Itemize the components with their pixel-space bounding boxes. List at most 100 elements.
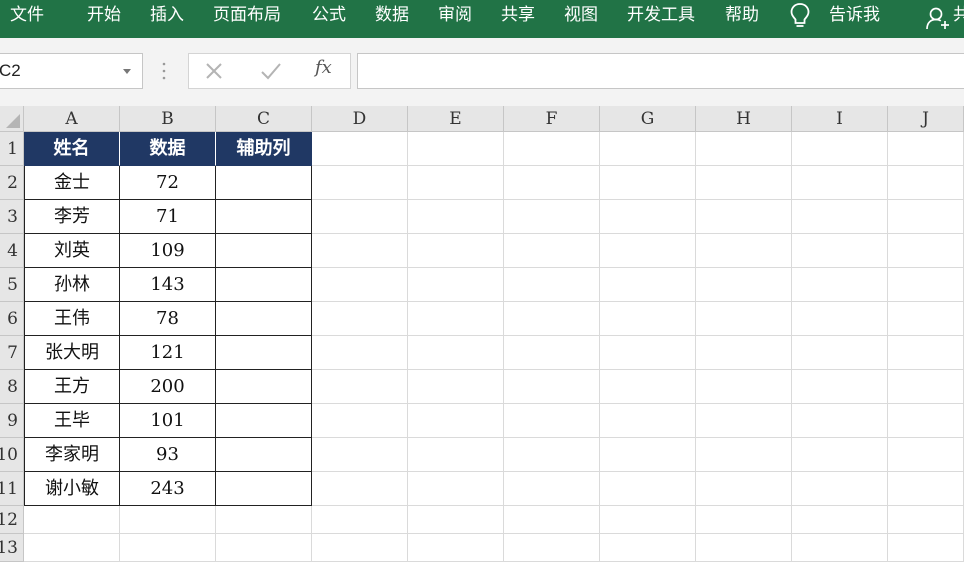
cell-d9[interactable] [312, 404, 408, 438]
cell-j2[interactable] [888, 166, 964, 200]
cell-h11[interactable] [696, 472, 792, 506]
row-header-12[interactable]: 12 [0, 506, 24, 534]
cell-d7[interactable] [312, 336, 408, 370]
cell-e4[interactable] [408, 234, 504, 268]
column-header-j[interactable]: J [888, 106, 964, 132]
cell-e9[interactable] [408, 404, 504, 438]
cell-i5[interactable] [792, 268, 888, 302]
cell-g6[interactable] [600, 302, 696, 336]
cell-b3[interactable]: 71 [120, 200, 216, 234]
cell-j10[interactable] [888, 438, 964, 472]
checkmark-icon[interactable] [260, 61, 282, 81]
cell-d3[interactable] [312, 200, 408, 234]
column-header-a[interactable]: A [24, 106, 120, 132]
cell-a8[interactable]: 王方 [24, 370, 120, 404]
lightbulb-icon[interactable] [789, 2, 811, 30]
cell-a2[interactable]: 金士 [24, 166, 120, 200]
cell-i10[interactable] [792, 438, 888, 472]
formula-input[interactable] [357, 53, 964, 89]
cell-b6[interactable]: 78 [120, 302, 216, 336]
tab-insert[interactable]: 插入 [150, 0, 184, 32]
tab-review[interactable]: 审阅 [438, 0, 472, 32]
cell-j8[interactable] [888, 370, 964, 404]
row-header-9[interactable]: 9 [0, 404, 24, 438]
cell-d11[interactable] [312, 472, 408, 506]
cell-c6[interactable] [216, 302, 312, 336]
cell-j7[interactable] [888, 336, 964, 370]
cell-f4[interactable] [504, 234, 600, 268]
row-header-4[interactable]: 4 [0, 234, 24, 268]
cell-g1[interactable] [600, 132, 696, 166]
cell-j6[interactable] [888, 302, 964, 336]
cell-j9[interactable] [888, 404, 964, 438]
cell-g8[interactable] [600, 370, 696, 404]
cell-h13[interactable] [696, 534, 792, 562]
cell-a3[interactable]: 李芳 [24, 200, 120, 234]
cell-j4[interactable] [888, 234, 964, 268]
cell-f1[interactable] [504, 132, 600, 166]
cell-c8[interactable] [216, 370, 312, 404]
cell-b7[interactable]: 121 [120, 336, 216, 370]
cell-a4[interactable]: 刘英 [24, 234, 120, 268]
cell-b8[interactable]: 200 [120, 370, 216, 404]
column-header-h[interactable]: H [696, 106, 792, 132]
cell-h3[interactable] [696, 200, 792, 234]
cell-b10[interactable]: 93 [120, 438, 216, 472]
cell-g11[interactable] [600, 472, 696, 506]
cell-j3[interactable] [888, 200, 964, 234]
cell-g5[interactable] [600, 268, 696, 302]
cell-f3[interactable] [504, 200, 600, 234]
cell-b12[interactable] [120, 506, 216, 534]
row-header-7[interactable]: 7 [0, 336, 24, 370]
cell-j11[interactable] [888, 472, 964, 506]
tab-home[interactable]: 开始 [87, 0, 121, 32]
cell-e2[interactable] [408, 166, 504, 200]
row-header-8[interactable]: 8 [0, 370, 24, 404]
cell-a7[interactable]: 张大明 [24, 336, 120, 370]
cell-c3[interactable] [216, 200, 312, 234]
cell-e11[interactable] [408, 472, 504, 506]
row-header-11[interactable]: 11 [0, 472, 24, 506]
cell-i11[interactable] [792, 472, 888, 506]
cell-c7[interactable] [216, 336, 312, 370]
cell-a10[interactable]: 李家明 [24, 438, 120, 472]
cell-d13[interactable] [312, 534, 408, 562]
cell-h1[interactable] [696, 132, 792, 166]
cell-d6[interactable] [312, 302, 408, 336]
cell-h5[interactable] [696, 268, 792, 302]
cell-h12[interactable] [696, 506, 792, 534]
cell-g12[interactable] [600, 506, 696, 534]
cell-e1[interactable] [408, 132, 504, 166]
cell-i6[interactable] [792, 302, 888, 336]
cell-h8[interactable] [696, 370, 792, 404]
cell-d10[interactable] [312, 438, 408, 472]
cell-i2[interactable] [792, 166, 888, 200]
cell-g2[interactable] [600, 166, 696, 200]
cell-a13[interactable] [24, 534, 120, 562]
cell-h2[interactable] [696, 166, 792, 200]
cell-g13[interactable] [600, 534, 696, 562]
tab-file[interactable]: 文件 [10, 0, 44, 32]
cell-a12[interactable] [24, 506, 120, 534]
cell-e7[interactable] [408, 336, 504, 370]
cell-f9[interactable] [504, 404, 600, 438]
cell-f6[interactable] [504, 302, 600, 336]
cell-f5[interactable] [504, 268, 600, 302]
cell-f10[interactable] [504, 438, 600, 472]
cell-g4[interactable] [600, 234, 696, 268]
row-header-5[interactable]: 5 [0, 268, 24, 302]
cell-c12[interactable] [216, 506, 312, 534]
cell-g7[interactable] [600, 336, 696, 370]
cell-c13[interactable] [216, 534, 312, 562]
cell-h6[interactable] [696, 302, 792, 336]
cell-f8[interactable] [504, 370, 600, 404]
cell-d8[interactable] [312, 370, 408, 404]
cell-i3[interactable] [792, 200, 888, 234]
cell-h4[interactable] [696, 234, 792, 268]
cell-b2[interactable]: 72 [120, 166, 216, 200]
cell-f7[interactable] [504, 336, 600, 370]
column-header-c[interactable]: C [216, 106, 312, 132]
cell-j5[interactable] [888, 268, 964, 302]
tab-page-layout[interactable]: 页面布局 [213, 0, 281, 32]
tab-view[interactable]: 视图 [564, 0, 598, 32]
